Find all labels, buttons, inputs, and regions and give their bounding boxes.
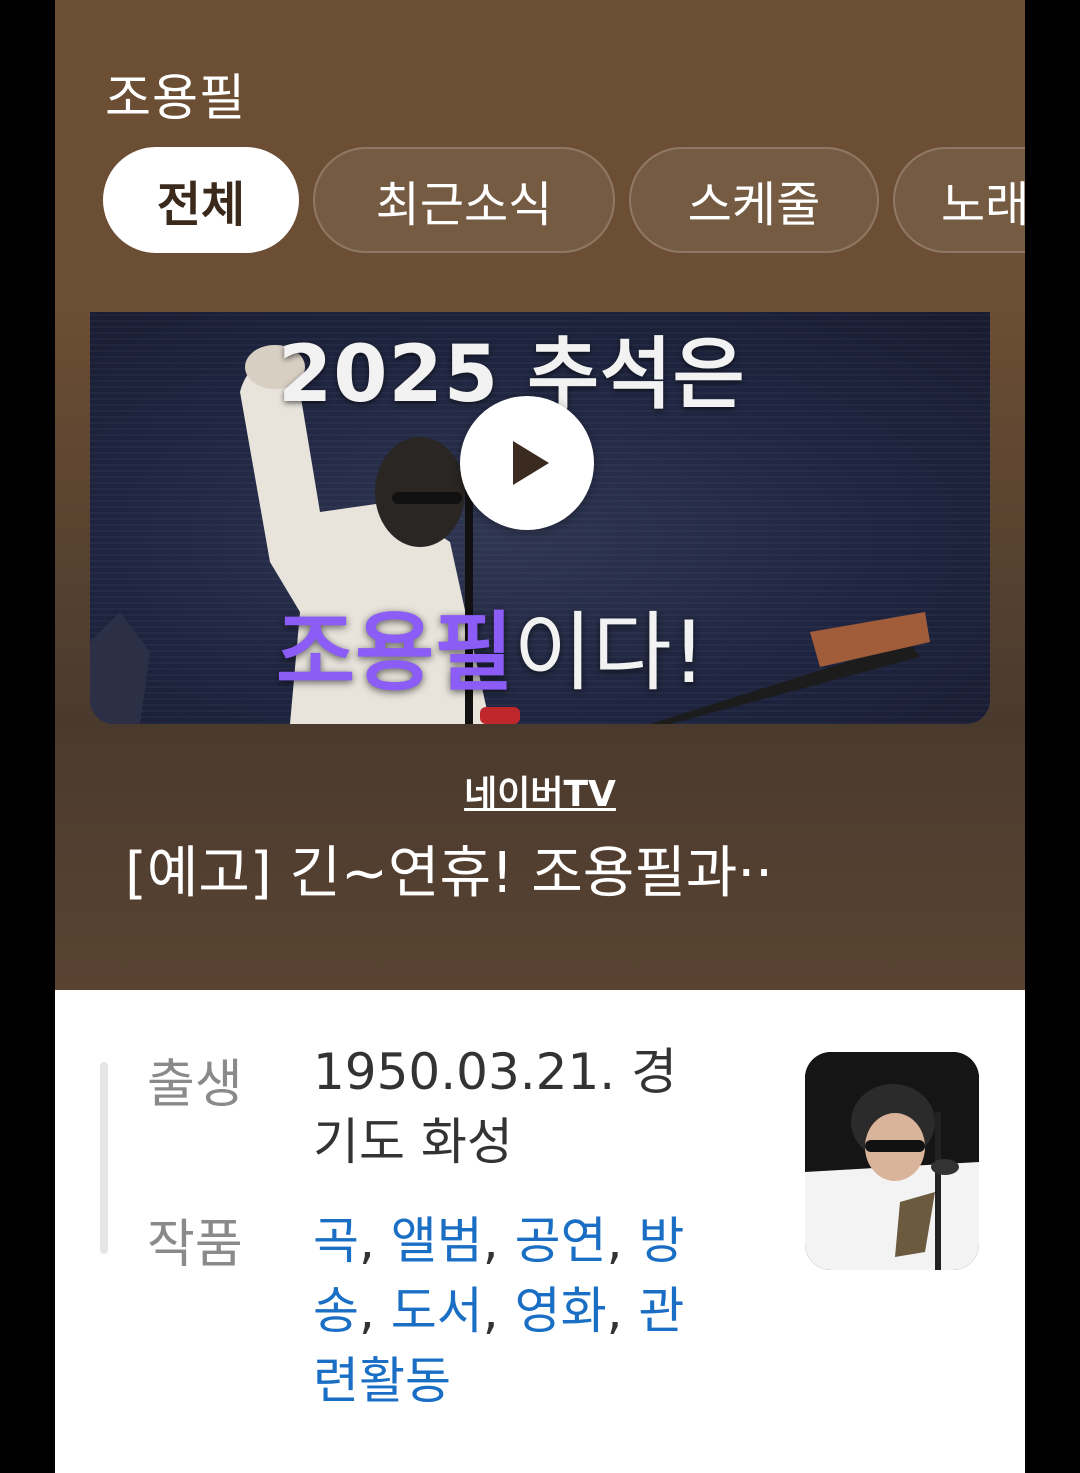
artist-photo-image bbox=[805, 1052, 979, 1270]
tab-bar: 전체 최근소식 스케줄 노래 bbox=[103, 147, 1025, 255]
play-icon bbox=[513, 441, 549, 485]
works-link-concerts[interactable]: 공연 bbox=[515, 1212, 607, 1270]
tab-recent-news[interactable]: 최근소식 bbox=[313, 147, 615, 253]
works-link-songs[interactable]: 곡 bbox=[313, 1212, 359, 1270]
hero-section: 조용필 전체 최근소식 스케줄 노래 2025 추석은 조용필이다! 네이버TV… bbox=[55, 0, 1025, 990]
works-link-movies[interactable]: 영화 bbox=[515, 1282, 607, 1340]
works-link-related-activities[interactable]: 관련활동 bbox=[313, 1282, 684, 1410]
works-label: 작품 bbox=[147, 1215, 243, 1275]
play-button[interactable] bbox=[460, 396, 594, 530]
overlay-suffix: 이다! bbox=[513, 603, 707, 703]
overlay-name: 조용필 bbox=[276, 603, 514, 703]
birth-value: 1950.03.21. 경기도 화성 bbox=[313, 1043, 678, 1171]
birth-label: 출생 bbox=[147, 1055, 243, 1115]
tab-schedule[interactable]: 스케줄 bbox=[629, 147, 879, 253]
header: 조용필 전체 최근소식 스케줄 노래 bbox=[55, 0, 1025, 312]
tab-songs[interactable]: 노래 bbox=[893, 147, 1025, 253]
video-overlay-subtitle: 조용필이다! bbox=[276, 582, 706, 707]
tab-all[interactable]: 전체 bbox=[103, 147, 299, 253]
info-divider bbox=[100, 1062, 108, 1254]
video-thumbnail[interactable]: 2025 추석은 조용필이다! bbox=[90, 312, 990, 724]
page-title: 조용필 bbox=[105, 69, 246, 127]
artist-photo[interactable] bbox=[805, 1052, 979, 1270]
video-source-link[interactable]: 네이버TV bbox=[55, 765, 1025, 817]
works-links: 곡, 앨범, 공연, 방송, 도서, 영화, 관련활동 bbox=[313, 1212, 685, 1410]
works-link-albums[interactable]: 앨범 bbox=[391, 1212, 483, 1270]
works-link-books[interactable]: 도서 bbox=[391, 1282, 483, 1340]
screen: 조용필 전체 최근소식 스케줄 노래 2025 추석은 조용필이다! 네이버TV… bbox=[55, 0, 1025, 1473]
works-link-broadcasts[interactable]: 방송 bbox=[313, 1212, 684, 1340]
video-caption[interactable]: [예고] 긴~연휴! 조용필과·· bbox=[125, 828, 1025, 909]
